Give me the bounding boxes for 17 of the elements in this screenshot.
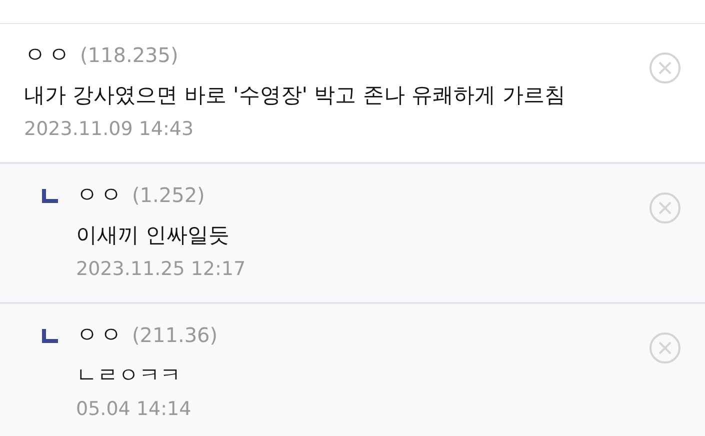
reply-text: 이새끼 인싸일듯 <box>76 222 231 249</box>
reply-date: 05.04 14:14 <box>76 398 192 420</box>
delete-icon[interactable] <box>649 192 681 224</box>
nickname: ㅇㅇ <box>76 322 124 350</box>
delete-icon[interactable] <box>649 52 681 84</box>
nickname: ㅇㅇ <box>76 182 124 210</box>
reply-arrow-icon <box>42 329 58 343</box>
nickname: ㅇㅇ <box>24 42 72 70</box>
ip-address: (211.36) <box>132 323 218 347</box>
ip-address: (118.235) <box>80 43 178 67</box>
comment-text: 내가 강사였으면 바로 '수영장' 박고 존나 유쾌하게 가르침 <box>24 82 566 109</box>
reply-text: ㄴㄹㅇㅋㅋ <box>76 362 182 389</box>
comment-date: 2023.11.09 14:43 <box>24 118 195 140</box>
ip-address: (1.252) <box>132 183 205 207</box>
reply-date: 2023.11.25 12:17 <box>76 258 247 280</box>
delete-icon[interactable] <box>649 332 681 364</box>
reply-arrow-icon <box>42 189 58 203</box>
